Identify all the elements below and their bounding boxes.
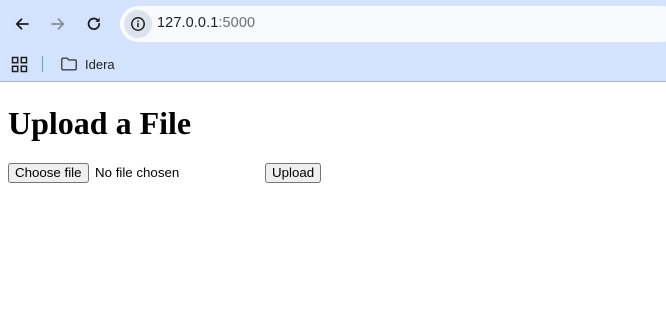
back-button[interactable] bbox=[7, 9, 37, 39]
choose-file-button[interactable]: Choose file bbox=[8, 163, 89, 183]
bookmark-label: Idera bbox=[85, 56, 115, 72]
info-icon bbox=[131, 17, 145, 31]
file-status-text: No file chosen bbox=[95, 165, 180, 180]
address-bar[interactable]: 127.0.0.1:5000 bbox=[120, 6, 666, 42]
page-content: Upload a File Choose file No file chosen… bbox=[0, 83, 666, 332]
reload-button[interactable] bbox=[79, 9, 109, 39]
url-host: 127.0.0.1 bbox=[157, 15, 219, 31]
apps-grid-icon[interactable] bbox=[11, 56, 28, 73]
url-text[interactable]: 127.0.0.1:5000 bbox=[157, 15, 255, 31]
bookmarks-divider bbox=[42, 56, 43, 72]
url-port: :5000 bbox=[218, 15, 256, 31]
site-info-button[interactable] bbox=[124, 10, 152, 38]
bookmark-folder-idera[interactable]: Idera bbox=[58, 53, 117, 75]
page-title: Upload a File bbox=[8, 105, 192, 141]
arrow-left-icon bbox=[15, 18, 29, 30]
arrow-right-icon bbox=[51, 18, 65, 30]
forward-button[interactable] bbox=[43, 9, 73, 39]
upload-button[interactable]: Upload bbox=[265, 163, 322, 183]
bookmarks-bar: Idera bbox=[0, 48, 666, 81]
reload-icon bbox=[87, 17, 101, 30]
browser-chrome: 127.0.0.1:5000 Idera bbox=[0, 0, 666, 82]
folder-icon bbox=[61, 57, 77, 71]
browser-toolbar: 127.0.0.1:5000 bbox=[0, 0, 666, 48]
